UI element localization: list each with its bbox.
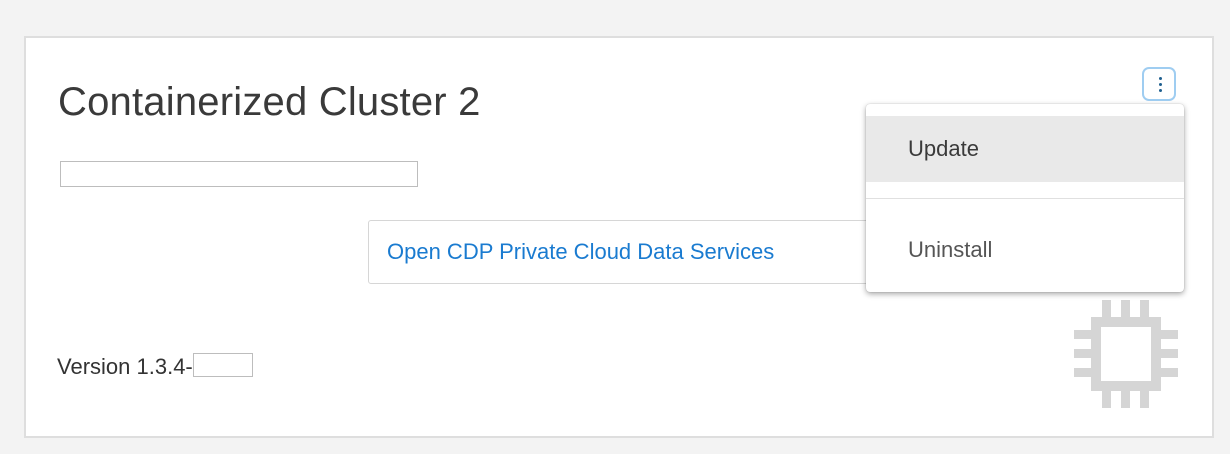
menu-divider bbox=[866, 198, 1184, 199]
open-data-services-link[interactable]: Open CDP Private Cloud Data Services bbox=[368, 220, 888, 284]
actions-menu-button[interactable] bbox=[1142, 67, 1176, 101]
cluster-title: Containerized Cluster 2 bbox=[58, 80, 481, 124]
version-label: Version 1.3.4- bbox=[57, 354, 193, 379]
redacted-description bbox=[60, 161, 418, 187]
actions-dropdown-menu: Update Uninstall bbox=[866, 104, 1184, 292]
menu-item-update[interactable]: Update bbox=[866, 116, 1184, 182]
chip-icon bbox=[1074, 300, 1178, 408]
version-info: Version 1.3.4- bbox=[57, 353, 253, 380]
menu-item-uninstall[interactable]: Uninstall bbox=[866, 217, 1184, 283]
redacted-version-suffix bbox=[192, 353, 253, 378]
